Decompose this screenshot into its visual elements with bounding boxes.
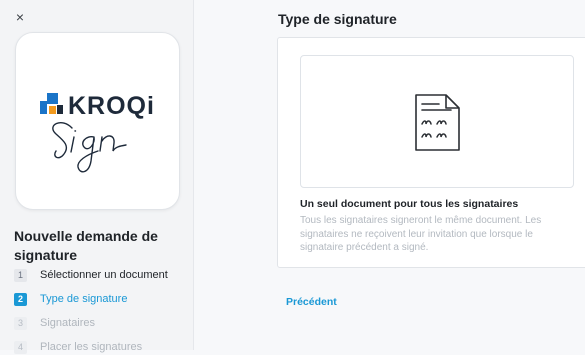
option-title: Un seul document pour tous les signatair… [300,198,519,210]
step-number: 3 [14,316,27,330]
logo-brand-text: KROQi [68,92,155,120]
single-document-option[interactable] [300,55,574,188]
document-signature-icon [415,94,460,151]
step-place-signatures[interactable]: 4 Placer les signatures [14,339,189,355]
step-number: 4 [14,340,27,354]
app-logo-card: KROQi [15,32,180,210]
step-signers[interactable]: 3 Signataires [14,315,189,331]
section-title: Type de signature [278,11,397,27]
previous-button[interactable]: Précédent [286,296,337,308]
step-label: Type de signature [40,293,128,305]
step-label: Signataires [40,317,96,329]
step-label: Placer les signatures [40,341,143,353]
step-number: 1 [14,268,27,282]
kroqi-sign-logo: KROQi [40,92,155,173]
sidebar: × KROQi Nouvelle demande de signature 1 … [0,0,194,354]
step-signature-type[interactable]: 2 Type de signature [14,291,189,307]
step-label: Sélectionner un document [40,269,168,281]
step-number: 2 [14,292,27,306]
option-description: Tous les signataires signeront le même d… [300,215,542,253]
page-title: Nouvelle demande de signature [14,228,158,263]
step-select-document[interactable]: 1 Sélectionner un document [14,267,189,283]
signature-type-panel: Un seul document pour tous les signatair… [277,37,585,268]
close-icon[interactable]: × [13,9,27,25]
